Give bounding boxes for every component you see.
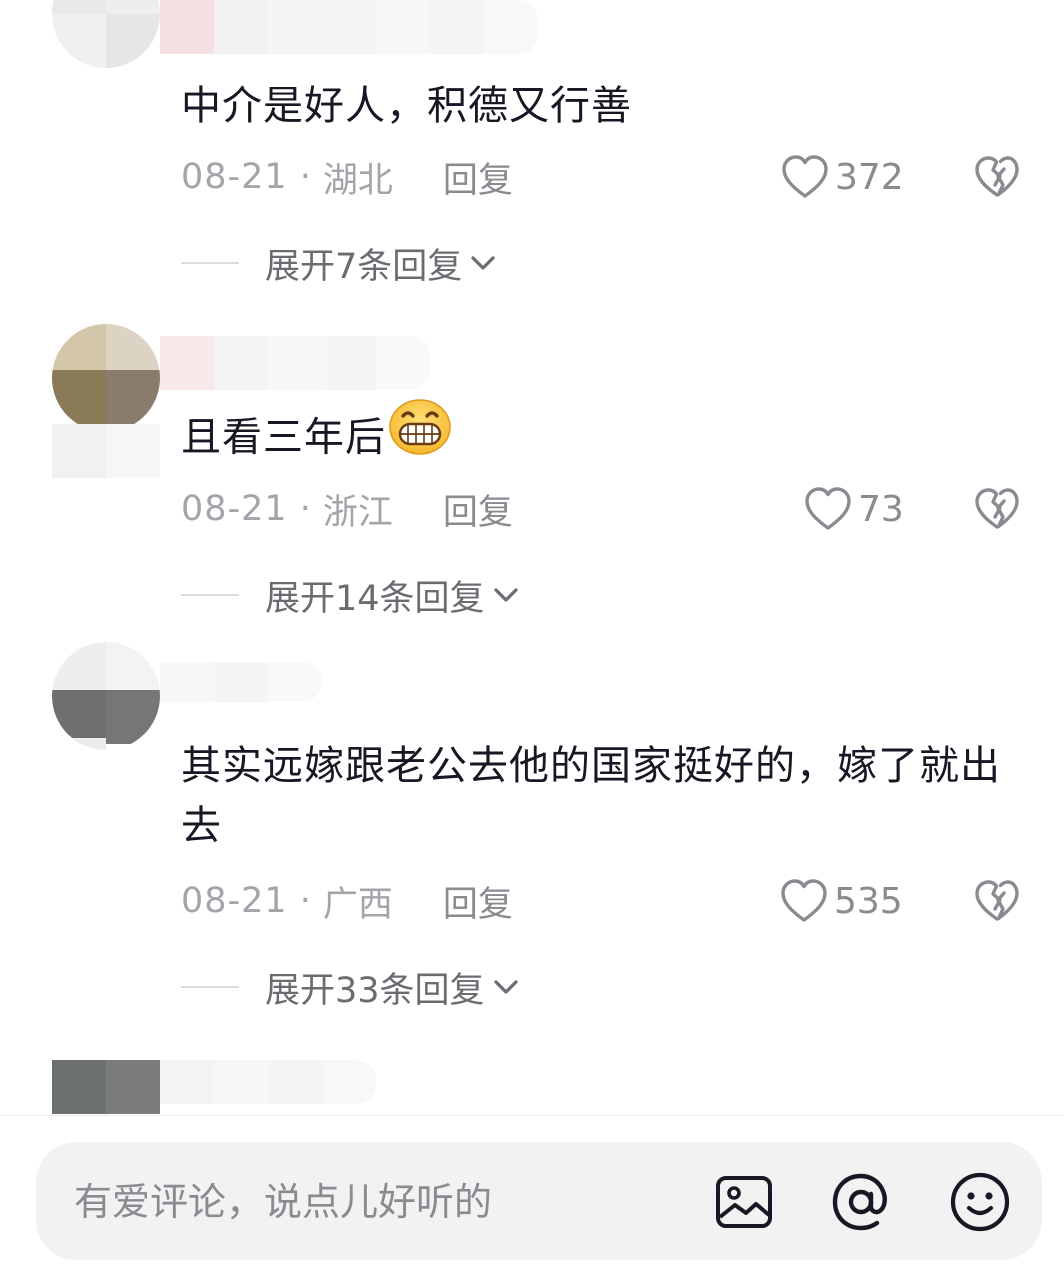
dislike-button[interactable] [970, 152, 1024, 202]
like-count: 535 [834, 880, 903, 922]
comment-location: 广西 [322, 884, 393, 925]
like-button[interactable]: 535 [780, 876, 903, 926]
username-blurred[interactable] [160, 336, 430, 390]
like-count: 73 [858, 488, 904, 530]
broken-heart-icon [975, 156, 1019, 197]
input-divider [0, 1115, 1064, 1116]
reply-button[interactable]: 回复 [443, 876, 513, 927]
chevron-down-icon [493, 980, 518, 994]
comment-input-bar[interactable]: 有爱评论，说点儿好听的 [36, 1142, 1042, 1260]
comment-meta: 08-21 · 湖北 回复 [181, 152, 513, 202]
comment-text-content: 且看三年后 [181, 414, 386, 461]
avatar[interactable] [52, 1060, 160, 1115]
broken-heart-icon [975, 488, 1019, 529]
avatar-lower [52, 424, 160, 478]
username-blurred[interactable] [160, 0, 538, 54]
comment-date: 08-21 [181, 489, 288, 529]
like-button[interactable]: 73 [804, 484, 904, 534]
expand-replies[interactable]: 展开14条回复 [181, 570, 519, 620]
expand-divider-line [181, 594, 239, 596]
meta-separator: · [299, 157, 311, 197]
avatar[interactable] [52, 324, 160, 432]
mention-button[interactable] [829, 1170, 893, 1234]
broken-heart-icon [975, 880, 1019, 921]
dislike-button[interactable] [970, 876, 1024, 926]
image-button[interactable] [712, 1170, 776, 1234]
comment-date: 08-21 [181, 157, 288, 197]
like-button[interactable]: 372 [781, 152, 904, 202]
chevron-down-icon [471, 256, 495, 270]
comment-text: 中介是好人，积德又行善 [181, 83, 632, 129]
comment-input[interactable]: 有爱评论，说点儿好听的 [74, 1172, 492, 1232]
like-count: 372 [835, 156, 904, 198]
expand-divider-line [181, 986, 239, 988]
grinning-face-icon [388, 398, 452, 473]
heart-icon [781, 879, 827, 922]
username-blurred[interactable] [160, 662, 322, 702]
comment-location: 湖北 [322, 160, 393, 201]
image-icon [716, 1176, 772, 1228]
dislike-button[interactable] [970, 484, 1024, 534]
smile-emoji-icon [950, 1172, 1010, 1232]
meta-separator: · [299, 881, 311, 921]
expand-replies[interactable]: 展开33条回复 [181, 962, 519, 1012]
expand-replies-label: 展开7条回复 [265, 246, 463, 287]
expand-replies-label: 展开14条回复 [265, 578, 485, 619]
avatar[interactable] [52, 642, 160, 750]
reply-button[interactable]: 回复 [443, 152, 513, 203]
heart-icon [805, 487, 851, 530]
emoji-button[interactable] [948, 1170, 1012, 1234]
reply-button[interactable]: 回复 [443, 484, 513, 535]
meta-separator: · [299, 489, 311, 529]
username-blurred[interactable] [160, 1060, 376, 1104]
expand-divider-line [181, 262, 239, 264]
comment-date: 08-21 [181, 881, 288, 921]
expand-replies[interactable]: 展开7条回复 [181, 238, 496, 288]
at-icon [832, 1173, 887, 1231]
expand-replies-label: 展开33条回复 [265, 970, 485, 1011]
comment-meta: 08-21 · 广西 回复 [181, 876, 513, 926]
comment-text: 且看三年后 [181, 399, 1001, 473]
comment-meta: 08-21 · 浙江 回复 [181, 484, 513, 534]
comment-text: 其实远嫁跟老公去他的国家挺好的，嫁了就出去 [181, 743, 1001, 849]
avatar[interactable] [52, 0, 160, 68]
comment-location: 浙江 [322, 492, 393, 533]
chevron-down-icon [493, 588, 518, 602]
heart-icon [782, 155, 828, 198]
